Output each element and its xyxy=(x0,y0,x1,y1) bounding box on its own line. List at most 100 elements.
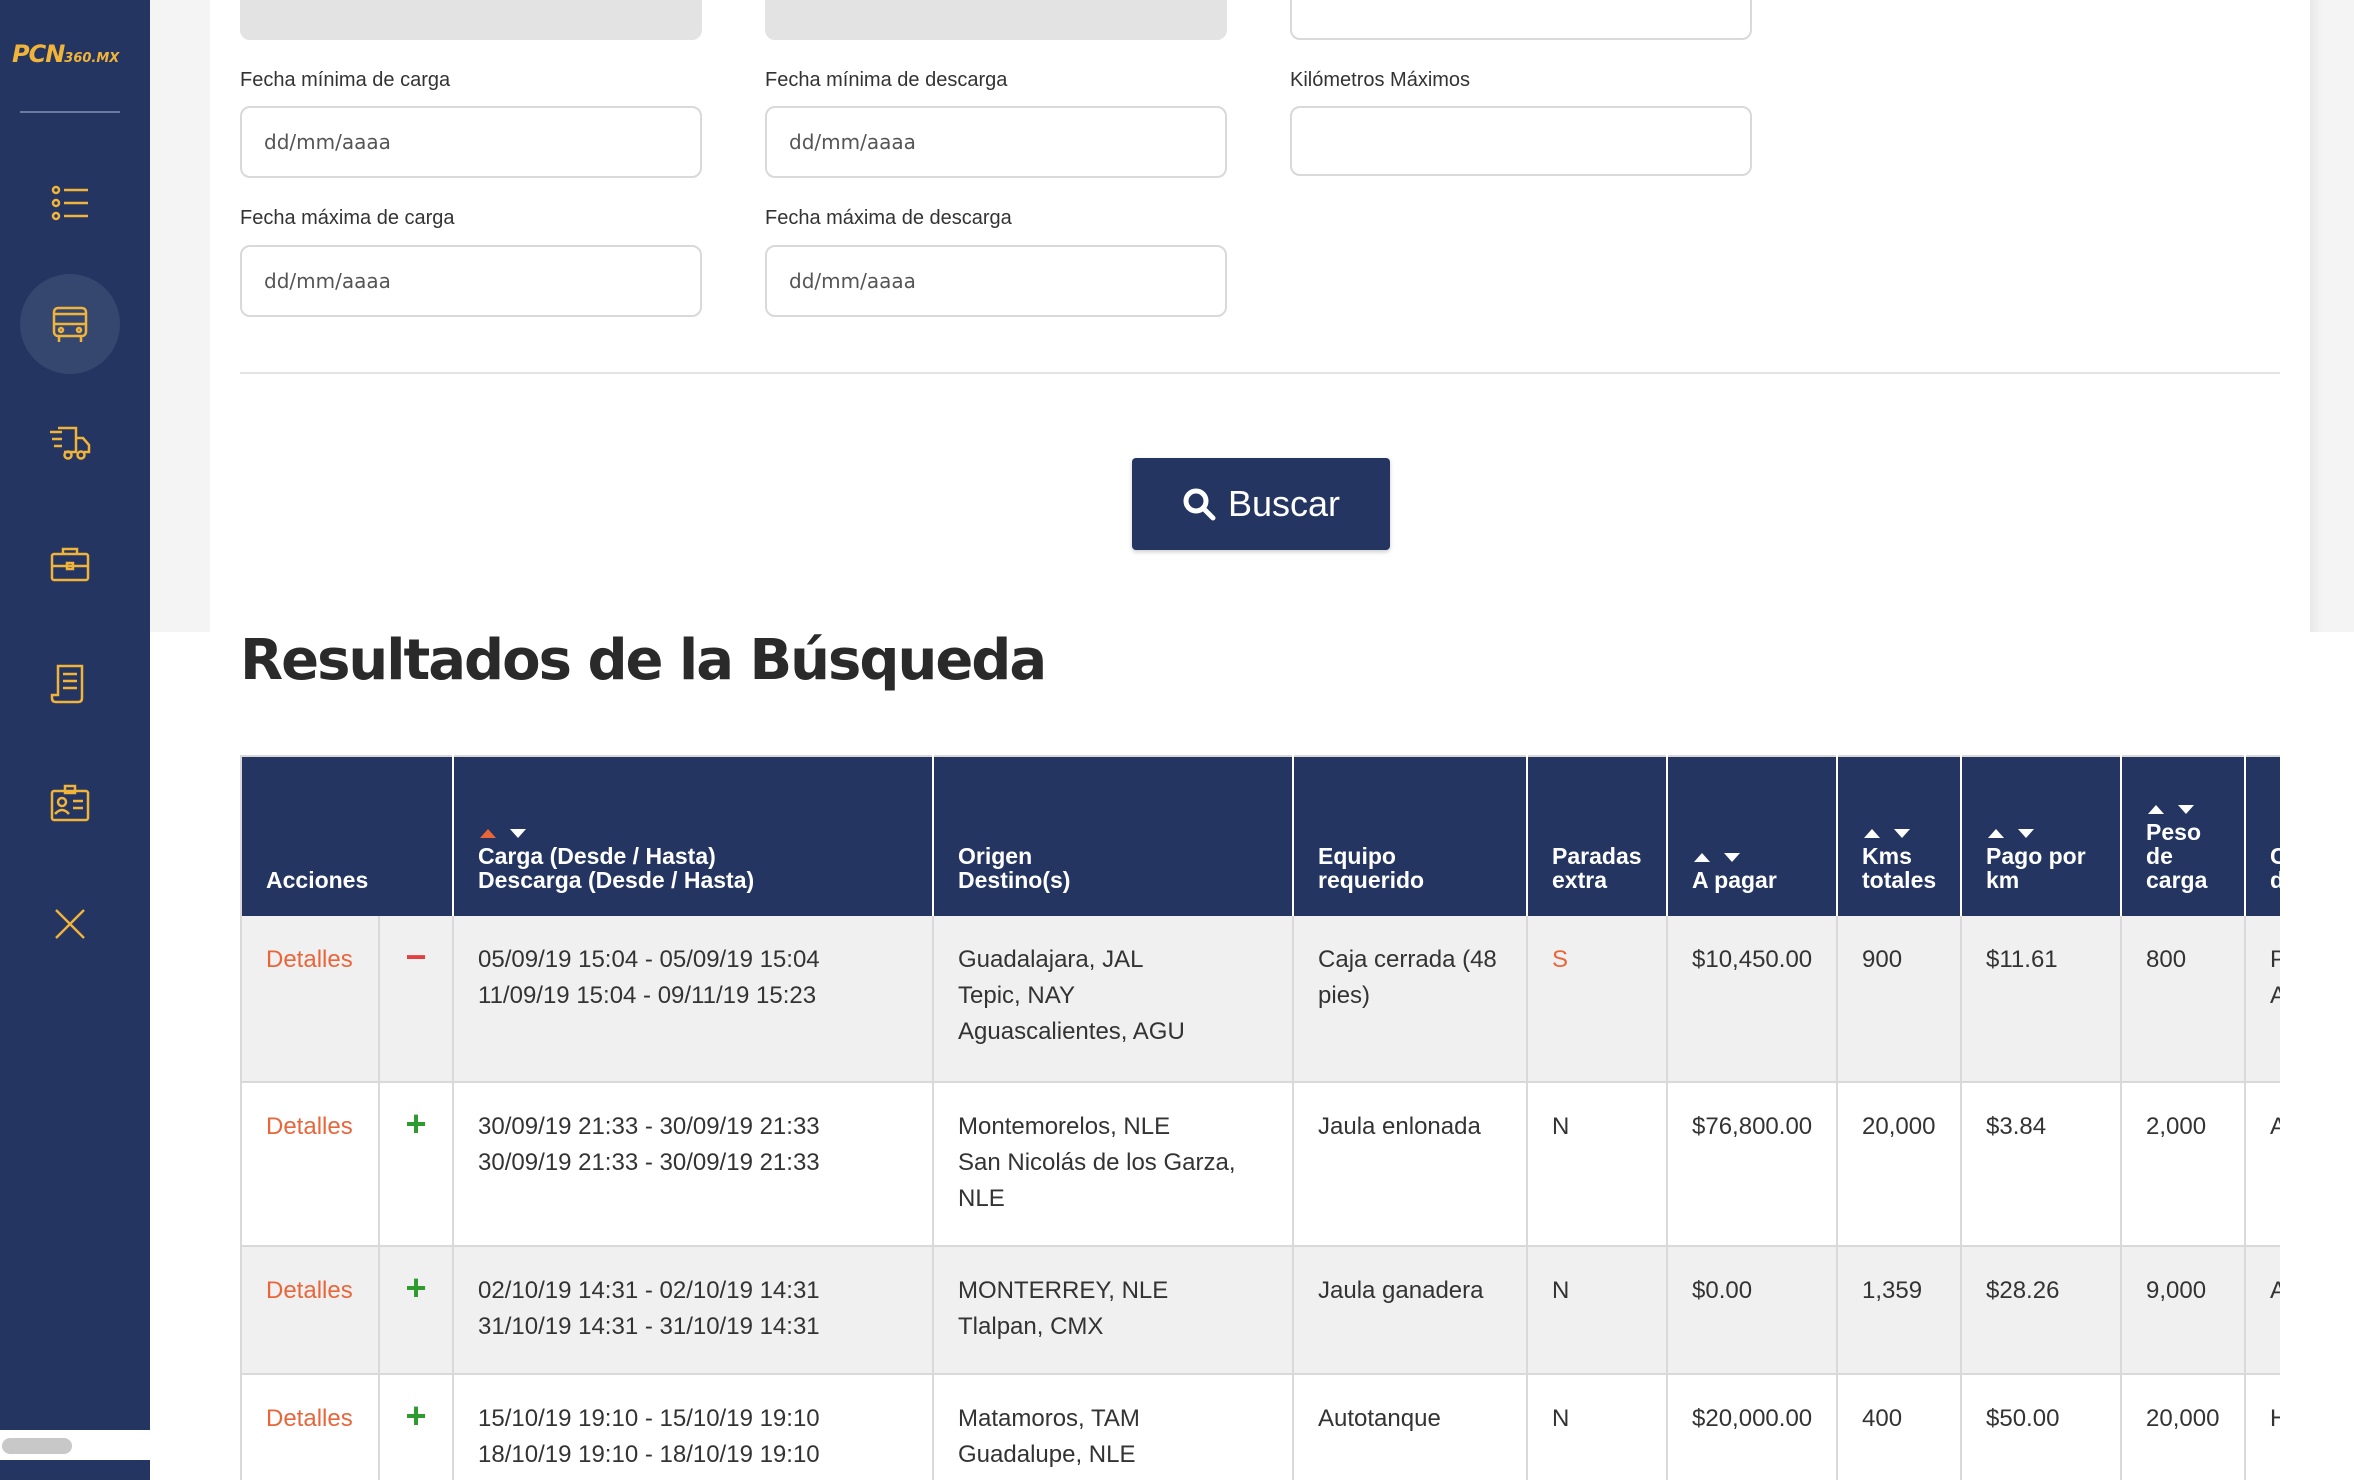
per-km-cell: $50.00 xyxy=(1961,1374,2123,1480)
extra-cell: H xyxy=(2245,1374,2280,1480)
col-equipment: Equipo requerido xyxy=(1293,755,1529,916)
details-link-cell: Detalles xyxy=(240,1246,380,1375)
document-icon xyxy=(50,664,84,704)
pay-cell: $76,800.00 xyxy=(1667,1082,1839,1247)
max-unload-date-input[interactable]: dd/mm/aaaa xyxy=(765,245,1227,317)
per-km-cell: $28.26 xyxy=(1961,1246,2123,1375)
disabled-field-2[interactable] xyxy=(765,0,1227,40)
weight-cell: 2,000 xyxy=(2121,1082,2247,1247)
expand-row-button[interactable]: + xyxy=(379,1246,455,1375)
per-km-cell: $11.61 xyxy=(1961,916,2123,1083)
sort-arrows-icon[interactable] xyxy=(1986,826,2102,840)
card-shadow xyxy=(2310,0,2322,632)
kms-cell: 20,000 xyxy=(1837,1082,1963,1247)
sidebar-item-close[interactable] xyxy=(20,874,120,974)
details-link-cell: Detalles xyxy=(240,916,380,1083)
details-link[interactable]: Detalles xyxy=(266,1113,353,1140)
pay-cell: $10,450.00 xyxy=(1667,916,1839,1083)
briefcase-icon xyxy=(50,547,90,582)
min-unload-date-input[interactable]: dd/mm/aaaa xyxy=(765,106,1227,178)
col-kms[interactable]: Kms totales xyxy=(1837,755,1963,916)
top-field-3[interactable] xyxy=(1290,0,1752,40)
search-button[interactable]: Buscar xyxy=(1132,458,1390,550)
list-icon xyxy=(51,185,88,221)
extra-cell: A xyxy=(2245,1246,2280,1375)
stops-cell: N xyxy=(1527,1246,1669,1375)
max-unload-date-label: Fecha máxima de descarga xyxy=(765,207,1012,229)
equipment-cell: Autotanque xyxy=(1293,1374,1529,1480)
dates-cell: 15/10/19 19:10 - 15/10/19 19:10 18/10/19… xyxy=(453,1374,935,1480)
extra-cell: P A xyxy=(2245,916,2280,1083)
details-link[interactable]: Detalles xyxy=(266,1405,353,1432)
table-row: Detalles + 15/10/19 19:10 - 15/10/19 19:… xyxy=(240,1374,2280,1480)
sort-arrows-icon[interactable] xyxy=(1692,850,1818,864)
delivery-truck-icon xyxy=(50,426,91,460)
route-cell: MONTERREY, NLE Tlalpan, CMX xyxy=(933,1246,1295,1375)
details-link[interactable]: Detalles xyxy=(266,1277,353,1304)
sidebar-item-list[interactable] xyxy=(20,153,120,253)
results-title: Resultados de la Búsqueda xyxy=(240,628,1047,693)
equipment-cell: Jaula ganadera xyxy=(1293,1246,1529,1375)
kms-cell: 1,359 xyxy=(1837,1246,1963,1375)
max-km-label: Kilómetros Máximos xyxy=(1290,69,1471,91)
col-pay-per-km[interactable]: Pago por km xyxy=(1961,755,2123,916)
col-pay[interactable]: A pagar xyxy=(1667,755,1839,916)
equipment-cell: Caja cerrada (48 pies) xyxy=(1293,916,1529,1083)
per-km-cell: $3.84 xyxy=(1961,1082,2123,1247)
table-row: Detalles − 05/09/19 15:04 - 05/09/19 15:… xyxy=(240,916,2280,1083)
sort-arrows-icon[interactable] xyxy=(2146,802,2226,816)
logo-divider xyxy=(20,111,120,113)
filters-divider xyxy=(240,372,2280,374)
route-cell: Matamoros, TAM Guadalupe, NLE xyxy=(933,1374,1295,1480)
id-badge-icon xyxy=(50,784,90,822)
col-weight[interactable]: Peso de carga xyxy=(2121,755,2247,916)
route-cell: Guadalajara, JAL Tepic, NAY Aguascalient… xyxy=(933,916,1295,1083)
min-unload-date-label: Fecha mínima de descarga xyxy=(765,69,1008,91)
expand-row-button[interactable]: + xyxy=(379,1082,455,1247)
expand-row-button[interactable]: + xyxy=(379,1374,455,1480)
stops-cell: S xyxy=(1527,916,1669,1083)
dates-cell: 02/10/19 14:31 - 02/10/19 14:31 31/10/19… xyxy=(453,1246,935,1375)
min-load-date-input[interactable]: dd/mm/aaaa xyxy=(240,106,702,178)
sidebar-item-delivery[interactable] xyxy=(20,394,120,494)
min-load-date-label: Fecha mínima de carga xyxy=(240,69,451,91)
sort-arrows-icon[interactable] xyxy=(1862,826,1942,840)
close-icon xyxy=(55,909,85,939)
sidebar-item-briefcase[interactable] xyxy=(20,514,120,614)
stops-cell: N xyxy=(1527,1082,1669,1247)
search-button-label: Buscar xyxy=(1227,483,1341,524)
disabled-field-1[interactable] xyxy=(240,0,702,40)
results-table: Acciones Carga (Desde / Hasta) Descarga … xyxy=(240,755,2280,1480)
kms-cell: 400 xyxy=(1837,1374,1963,1480)
dates-cell: 30/09/19 21:33 - 30/09/19 21:33 30/09/19… xyxy=(453,1082,935,1247)
kms-cell: 900 xyxy=(1837,916,1963,1083)
route-cell: Montemorelos, NLE San Nicolás de los Gar… xyxy=(933,1082,1295,1247)
sidebar-scrollbar-thumb[interactable] xyxy=(2,1438,72,1454)
table-row: Detalles + 02/10/19 14:31 - 02/10/19 14:… xyxy=(240,1246,2280,1375)
sidebar-item-documents[interactable] xyxy=(20,634,120,734)
weight-cell: 20,000 xyxy=(2121,1374,2247,1480)
sidebar-item-profile[interactable] xyxy=(20,754,120,854)
stops-cell: N xyxy=(1527,1374,1669,1480)
col-route: Origen Destino(s) xyxy=(933,755,1295,916)
max-km-input[interactable] xyxy=(1290,106,1752,176)
extra-cell: A xyxy=(2245,1082,2280,1247)
max-load-date-label: Fecha máxima de carga xyxy=(240,207,455,229)
details-link-cell: Detalles xyxy=(240,1082,380,1247)
sidebar: PCN360.MX xyxy=(0,0,150,1480)
pay-cell: $20,000.00 xyxy=(1667,1374,1839,1480)
weight-cell: 9,000 xyxy=(2121,1246,2247,1375)
brand-logo[interactable]: PCN360.MX xyxy=(12,40,142,70)
collapse-row-button[interactable]: − xyxy=(379,916,455,1083)
table-header-row: Acciones Carga (Desde / Hasta) Descarga … xyxy=(240,755,2280,916)
bus-icon xyxy=(52,306,88,342)
sidebar-item-bus[interactable] xyxy=(20,274,120,374)
details-link-cell: Detalles xyxy=(240,1374,380,1480)
details-link[interactable]: Detalles xyxy=(266,946,353,973)
pay-cell: $0.00 xyxy=(1667,1246,1839,1375)
col-actions: Acciones xyxy=(240,755,455,916)
col-extra: C d xyxy=(2245,755,2280,916)
sort-arrows-icon[interactable] xyxy=(478,826,914,840)
max-load-date-input[interactable]: dd/mm/aaaa xyxy=(240,245,702,317)
col-dates[interactable]: Carga (Desde / Hasta) Descarga (Desde / … xyxy=(453,755,935,916)
